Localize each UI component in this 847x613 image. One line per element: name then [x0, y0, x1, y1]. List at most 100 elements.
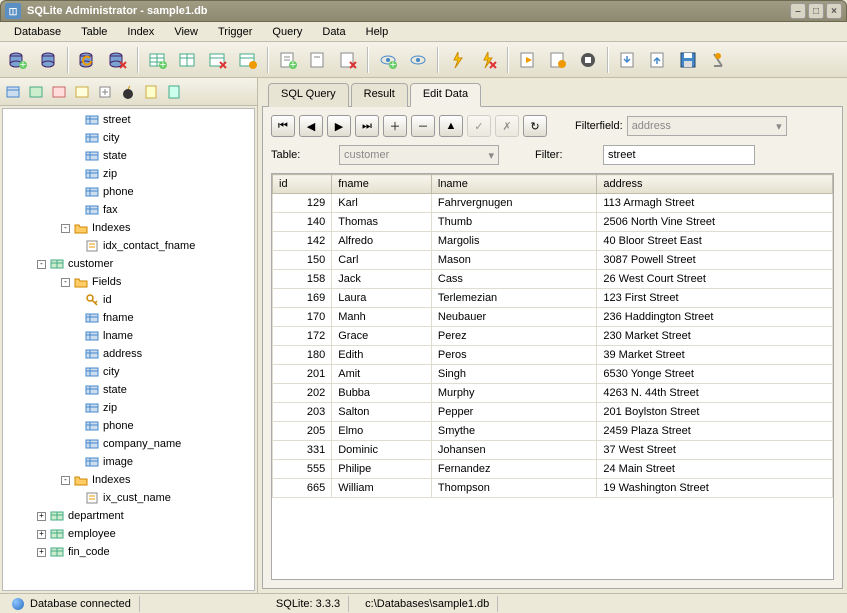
- tree-item-state[interactable]: state: [5, 381, 252, 399]
- table-row[interactable]: 169LauraTerlemezian123 First Street: [273, 289, 833, 308]
- column-header-fname[interactable]: fname: [332, 175, 432, 194]
- db-new-icon[interactable]: +: [4, 46, 32, 74]
- tree-expander-icon[interactable]: +: [37, 512, 46, 521]
- tree-item-department[interactable]: +department: [5, 507, 252, 525]
- db-refresh-icon[interactable]: [74, 46, 102, 74]
- menu-query[interactable]: Query: [262, 24, 312, 40]
- table-row[interactable]: 203SaltonPepper201 Boylston Street: [273, 403, 833, 422]
- tree-expander-icon[interactable]: -: [37, 260, 46, 269]
- tree-triggers-icon[interactable]: [71, 81, 93, 103]
- view-edit-icon[interactable]: [404, 46, 432, 74]
- tree-expander-icon[interactable]: -: [61, 476, 70, 485]
- tree-item-zip[interactable]: zip: [5, 165, 252, 183]
- table-row[interactable]: 665WilliamThompson19 Washington Street: [273, 479, 833, 498]
- import-icon[interactable]: [644, 46, 672, 74]
- maximize-button[interactable]: □: [808, 3, 824, 19]
- trigger-new-icon[interactable]: [444, 46, 472, 74]
- index-edit-icon[interactable]: [304, 46, 332, 74]
- minimize-button[interactable]: –: [790, 3, 806, 19]
- tree-sql-icon[interactable]: [163, 81, 185, 103]
- tree-expander-icon[interactable]: +: [37, 548, 46, 557]
- table-combo[interactable]: customer▾: [339, 145, 499, 165]
- tree-item-zip[interactable]: zip: [5, 399, 252, 417]
- tab-edit-data[interactable]: Edit Data: [410, 83, 481, 107]
- tree-item-address[interactable]: address: [5, 345, 252, 363]
- tree-item-phone[interactable]: phone: [5, 183, 252, 201]
- table-row[interactable]: 201AmitSingh6530 Yonge Street: [273, 365, 833, 384]
- tree-item-fname[interactable]: fname: [5, 309, 252, 327]
- tab-sql-query[interactable]: SQL Query: [268, 83, 349, 107]
- table-row[interactable]: 180EdithPeros39 Market Street: [273, 346, 833, 365]
- data-grid[interactable]: idfnamelnameaddress 129KarlFahrvergnugen…: [271, 173, 834, 580]
- nav-next-icon[interactable]: ▶: [327, 115, 351, 137]
- table-row[interactable]: 170ManhNeubauer236 Haddington Street: [273, 308, 833, 327]
- tree-item-customer[interactable]: -customer: [5, 255, 252, 273]
- table-row[interactable]: 129KarlFahrvergnugen113 Armagh Street: [273, 194, 833, 213]
- nav-last-icon[interactable]: ⏭: [355, 115, 379, 137]
- nav-first-icon[interactable]: ⏮: [271, 115, 295, 137]
- query-run-icon[interactable]: [514, 46, 542, 74]
- tree-item-employee[interactable]: +employee: [5, 525, 252, 543]
- table-row[interactable]: 555PhilipeFernandez24 Main Street: [273, 460, 833, 479]
- tree-views-icon[interactable]: [25, 81, 47, 103]
- menu-database[interactable]: Database: [4, 24, 71, 40]
- tree-item-fin_code[interactable]: +fin_code: [5, 543, 252, 561]
- tree-item-Indexes[interactable]: -Indexes: [5, 471, 252, 489]
- close-button[interactable]: ×: [826, 3, 842, 19]
- tree-expand-icon[interactable]: [94, 81, 116, 103]
- nav-edit-icon[interactable]: ▲: [439, 115, 463, 137]
- nav-add-icon[interactable]: ＋: [383, 115, 407, 137]
- tree-expander-icon[interactable]: +: [37, 530, 46, 539]
- index-new-icon[interactable]: +: [274, 46, 302, 74]
- menu-view[interactable]: View: [164, 24, 208, 40]
- table-row[interactable]: 150CarlMason3087 Powell Street: [273, 251, 833, 270]
- table-copy-icon[interactable]: [234, 46, 262, 74]
- tree-item-idx_contact_fname[interactable]: idx_contact_fname: [5, 237, 252, 255]
- tab-result[interactable]: Result: [351, 83, 408, 107]
- db-delete-icon[interactable]: [104, 46, 132, 74]
- tree-item-city[interactable]: city: [5, 363, 252, 381]
- nav-delete-icon[interactable]: －: [411, 115, 435, 137]
- table-delete-icon[interactable]: [204, 46, 232, 74]
- menu-trigger[interactable]: Trigger: [208, 24, 262, 40]
- tree-item-state[interactable]: state: [5, 147, 252, 165]
- tree-item-Indexes[interactable]: -Indexes: [5, 219, 252, 237]
- tree-item-image[interactable]: image: [5, 453, 252, 471]
- view-new-icon[interactable]: +: [374, 46, 402, 74]
- tree-item-city[interactable]: city: [5, 129, 252, 147]
- tree-item-fax[interactable]: fax: [5, 201, 252, 219]
- db-open-icon[interactable]: [34, 46, 62, 74]
- tree-item-street[interactable]: street: [5, 111, 252, 129]
- tree-expander-icon[interactable]: -: [61, 224, 70, 233]
- tree-item-ix_cust_name[interactable]: ix_cust_name: [5, 489, 252, 507]
- tree-item-company_name[interactable]: company_name: [5, 435, 252, 453]
- table-row[interactable]: 158JackCass26 West Court Street: [273, 270, 833, 289]
- menu-help[interactable]: Help: [356, 24, 399, 40]
- table-row[interactable]: 172GracePerez230 Market Street: [273, 327, 833, 346]
- menu-data[interactable]: Data: [312, 24, 355, 40]
- nav-refresh-icon[interactable]: ↻: [523, 115, 547, 137]
- table-row[interactable]: 140ThomasThumb2506 North Vine Street: [273, 213, 833, 232]
- table-row[interactable]: 142AlfredoMargolis40 Bloor Street East: [273, 232, 833, 251]
- column-header-id[interactable]: id: [273, 175, 332, 194]
- tree-item-phone[interactable]: phone: [5, 417, 252, 435]
- tree-expander-icon[interactable]: -: [61, 278, 70, 287]
- trigger-delete-icon[interactable]: [474, 46, 502, 74]
- tree-bomb-icon[interactable]: [117, 81, 139, 103]
- nav-post-icon[interactable]: ✓: [467, 115, 491, 137]
- menu-index[interactable]: Index: [117, 24, 164, 40]
- query-stop-icon[interactable]: [574, 46, 602, 74]
- index-delete-icon[interactable]: [334, 46, 362, 74]
- column-header-address[interactable]: address: [597, 175, 833, 194]
- column-header-lname[interactable]: lname: [431, 175, 597, 194]
- table-new-icon[interactable]: +: [144, 46, 172, 74]
- table-row[interactable]: 331DominicJohansen37 West Street: [273, 441, 833, 460]
- export-icon[interactable]: [614, 46, 642, 74]
- save-icon[interactable]: [674, 46, 702, 74]
- menu-table[interactable]: Table: [71, 24, 117, 40]
- object-tree[interactable]: streetcitystatezipphonefax-Indexesidx_co…: [2, 108, 255, 591]
- table-row[interactable]: 202BubbaMurphy4263 N. 44th Street: [273, 384, 833, 403]
- query-explain-icon[interactable]: [544, 46, 572, 74]
- tree-tables-icon[interactable]: [2, 81, 24, 103]
- tree-ddl-icon[interactable]: [140, 81, 162, 103]
